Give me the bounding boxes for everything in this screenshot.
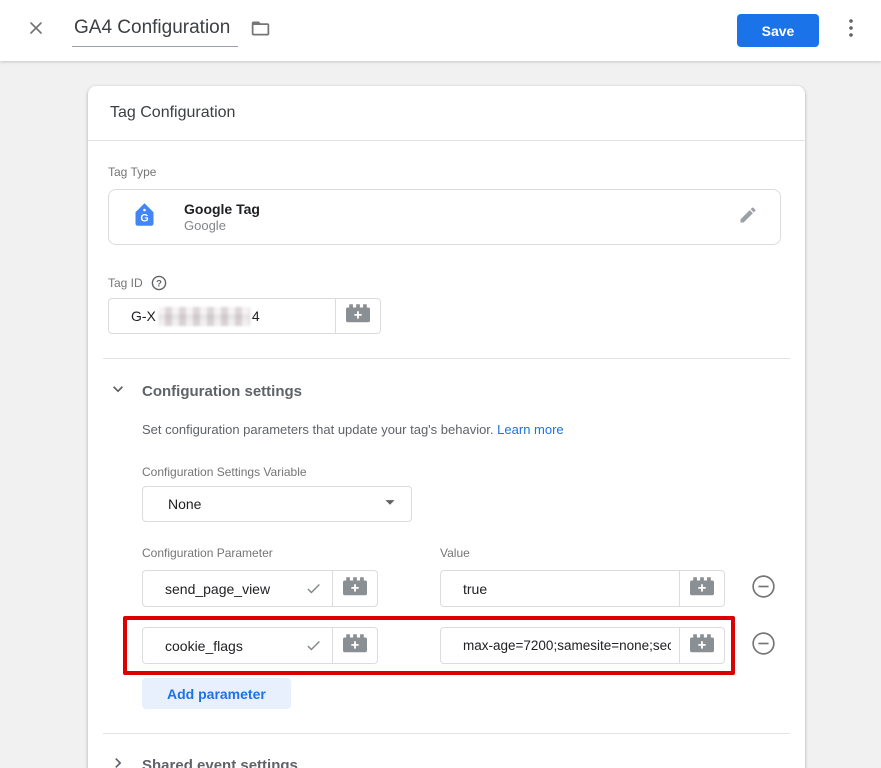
- tag-name-input[interactable]: GA4 Configuration: [72, 15, 238, 47]
- parameter-name-field-group: [142, 627, 378, 664]
- card-title: Tag Configuration: [88, 86, 805, 141]
- close-button[interactable]: [24, 19, 48, 43]
- parameter-value-input[interactable]: [463, 581, 671, 597]
- parameter-name-input[interactable]: [165, 581, 297, 597]
- tag-id-prefix: G-X: [131, 308, 156, 324]
- minus-circle-icon: [750, 573, 777, 605]
- value-variable-picker-button[interactable]: [679, 628, 724, 663]
- configuration-settings-header[interactable]: Configuration settings: [108, 379, 781, 404]
- parameter-value-input[interactable]: [463, 638, 671, 653]
- tag-type-vendor: Google: [184, 218, 738, 234]
- parameter-variable-picker-button[interactable]: [332, 571, 377, 606]
- remove-parameter-button[interactable]: [750, 573, 777, 605]
- kebab-menu-icon: [849, 19, 853, 42]
- parameter-variable-picker-button[interactable]: [332, 628, 377, 663]
- brick-plus-icon: [690, 634, 714, 658]
- svg-text:G: G: [140, 213, 148, 225]
- checkmark-icon: [305, 571, 332, 606]
- brick-plus-icon: [343, 577, 367, 601]
- parameter-row: [142, 570, 781, 607]
- configuration-settings-title: Configuration settings: [142, 383, 302, 400]
- checkmark-icon: [305, 628, 332, 663]
- config-settings-variable-label: Configuration Settings Variable: [142, 465, 781, 479]
- help-icon[interactable]: ?: [151, 275, 167, 291]
- shared-event-settings-title: Shared event settings: [142, 757, 298, 768]
- tag-id-field-group: G-X 4: [108, 298, 381, 334]
- tag-type-card[interactable]: G Google Tag Google: [108, 189, 781, 245]
- divider: [103, 358, 790, 359]
- close-icon: [26, 18, 46, 43]
- value-column-header: Value: [440, 546, 470, 560]
- tag-type-label: Tag Type: [108, 165, 781, 179]
- learn-more-link[interactable]: Learn more: [497, 422, 563, 437]
- add-parameter-button[interactable]: Add parameter: [142, 678, 291, 709]
- save-button[interactable]: Save: [737, 14, 819, 47]
- remove-parameter-button[interactable]: [750, 630, 777, 662]
- config-settings-variable-dropdown[interactable]: None: [142, 486, 412, 522]
- minus-circle-icon: [750, 630, 777, 662]
- folder-icon: [250, 18, 271, 44]
- chevron-right-icon: [108, 753, 128, 768]
- shared-event-settings-header[interactable]: Shared event settings: [108, 753, 781, 768]
- brick-plus-icon: [346, 304, 370, 328]
- tag-configuration-card: Tag Configuration Tag Type G Google Tag …: [88, 86, 805, 768]
- tag-id-input[interactable]: G-X 4: [109, 299, 335, 333]
- chevron-down-icon: [108, 379, 128, 404]
- dropdown-selected-value: None: [168, 496, 379, 512]
- parameter-name-field-group: [142, 570, 378, 607]
- tag-id-variable-picker-button[interactable]: [335, 299, 380, 333]
- parameter-value-field-group: [440, 627, 725, 664]
- dropdown-arrow-icon: [379, 491, 401, 518]
- divider: [103, 733, 790, 734]
- edit-tag-type-button[interactable]: [738, 205, 758, 230]
- parameter-row: [142, 627, 781, 664]
- value-variable-picker-button[interactable]: [679, 571, 724, 606]
- tag-id-label: Tag ID: [108, 276, 143, 290]
- more-options-button[interactable]: [839, 19, 863, 43]
- redacted-tag-id: [158, 307, 250, 326]
- brick-plus-icon: [343, 634, 367, 658]
- parameter-column-header: Configuration Parameter: [142, 546, 440, 560]
- svg-text:?: ?: [156, 278, 162, 289]
- top-bar: GA4 Configuration Save: [0, 0, 881, 61]
- tag-type-name: Google Tag: [184, 201, 738, 218]
- parameter-value-field-group: [440, 570, 725, 607]
- tag-id-suffix: 4: [252, 308, 260, 324]
- brick-plus-icon: [690, 577, 714, 601]
- parameter-name-input[interactable]: [165, 638, 297, 654]
- pencil-icon: [738, 205, 758, 230]
- configuration-settings-description: Set configuration parameters that update…: [142, 422, 781, 437]
- google-tag-icon: G: [131, 201, 158, 233]
- folder-button[interactable]: [250, 18, 271, 44]
